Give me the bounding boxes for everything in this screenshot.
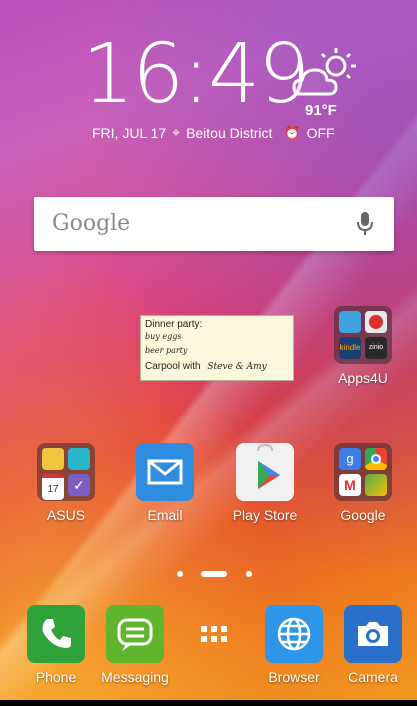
- folder-icon: g M: [334, 443, 392, 501]
- chrome-icon: [365, 448, 387, 470]
- phone-icon: [27, 605, 85, 663]
- app-label: Email: [147, 507, 183, 523]
- app-messaging[interactable]: Messaging: [95, 605, 175, 685]
- app-camera[interactable]: Camera: [333, 605, 413, 685]
- globe-icon: [265, 605, 323, 663]
- folder-label: Apps4U: [338, 370, 388, 386]
- memo-widget[interactable]: Dinner party: buy eggs beer party Carpoo…: [140, 315, 294, 381]
- google-plus-icon: g: [339, 448, 361, 470]
- memo-line: beer party: [145, 346, 188, 355]
- app-label: Messaging: [101, 669, 169, 685]
- folder-label: Google: [340, 507, 386, 523]
- microphone-icon[interactable]: [356, 211, 374, 242]
- memo-line: buy eggs: [145, 332, 182, 341]
- app-label: Camera: [348, 669, 398, 685]
- memo-line: Carpool with Steve & Amy: [145, 361, 267, 372]
- location-icon: ⌖: [172, 124, 181, 140]
- alarm-status: OFF: [306, 124, 335, 141]
- kindle-icon: kindle: [339, 337, 361, 359]
- clock-time[interactable]: 16:49: [82, 34, 310, 116]
- zinio-icon: zinio: [365, 337, 387, 359]
- page-indicator-dot: [177, 571, 183, 577]
- folder-google[interactable]: g M Google: [323, 443, 403, 523]
- app-label: Phone: [35, 669, 77, 685]
- gmail-icon: M: [339, 474, 361, 496]
- page-indicator-current: [201, 571, 227, 577]
- all-apps-button[interactable]: [174, 605, 254, 663]
- weather-app-icon: [42, 448, 64, 470]
- contacts-icon: [68, 448, 90, 470]
- app-email[interactable]: Email: [125, 443, 205, 523]
- alarm-icon: ⏰: [284, 124, 301, 140]
- page-indicator-dot: [246, 571, 252, 577]
- date-location-row: FRI, JUL 17 ⌖ Beitou District ⏰ OFF: [92, 124, 335, 141]
- memo-line: Dinner party:: [145, 319, 203, 330]
- app-play-store[interactable]: Play Store: [225, 443, 305, 523]
- folder-icon: 17 ✓: [37, 443, 95, 501]
- app-label: Play Store: [232, 507, 298, 523]
- maps-icon: [365, 474, 387, 496]
- google-logo: Google: [52, 211, 131, 236]
- play-store-icon: [236, 443, 294, 501]
- messaging-icon: [106, 605, 164, 663]
- app-drawer-icon: [185, 605, 243, 663]
- checkmark-icon: ✓: [68, 474, 90, 496]
- email-icon: [136, 443, 194, 501]
- google-search-bar[interactable]: Google: [34, 197, 394, 251]
- calendar-icon: 17: [42, 474, 64, 500]
- cleaner-icon: [339, 311, 361, 333]
- app-browser[interactable]: Browser: [254, 605, 334, 685]
- memo-carpool-text: Carpool with: [145, 361, 201, 372]
- app-phone[interactable]: Phone: [16, 605, 96, 685]
- location-text[interactable]: Beitou District: [186, 125, 272, 141]
- memo-handwriting: Steve & Amy: [207, 362, 267, 372]
- folder-icon: kindle zinio: [334, 306, 392, 364]
- folder-label: ASUS: [46, 507, 86, 523]
- game-icon: [365, 311, 387, 333]
- temperature: 91°F: [305, 102, 337, 119]
- app-label: Browser: [268, 669, 320, 685]
- bottom-edge: [0, 700, 417, 706]
- partly-sunny-icon[interactable]: [292, 46, 362, 107]
- folder-apps4u[interactable]: kindle zinio Apps4U: [323, 306, 403, 386]
- date-text: FRI, JUL 17: [92, 124, 167, 141]
- home-screen: 16:49 91°F FRI, JUL 17 ⌖ Beitou District…: [0, 0, 417, 706]
- folder-asus[interactable]: 17 ✓ ASUS: [26, 443, 106, 523]
- camera-icon: [344, 605, 402, 663]
